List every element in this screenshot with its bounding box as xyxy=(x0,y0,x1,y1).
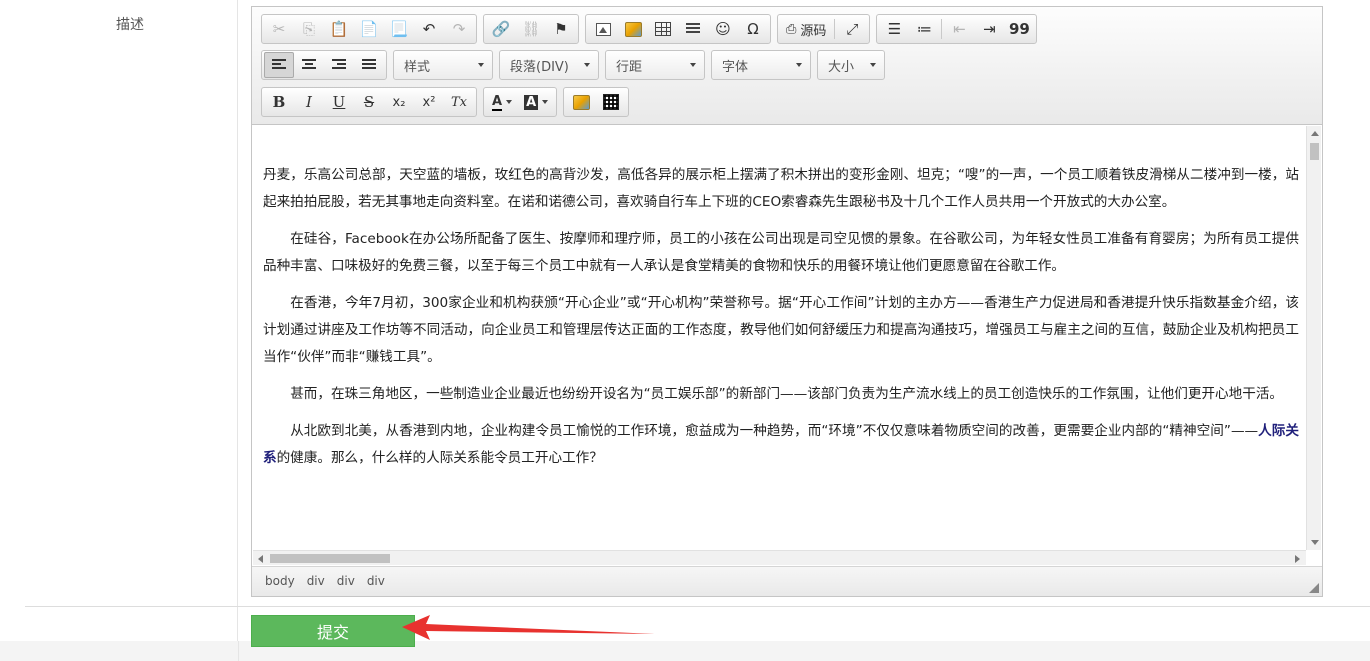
resize-handle-icon[interactable] xyxy=(1309,583,1319,593)
vertical-scrollbar[interactable] xyxy=(1306,126,1321,550)
style-select[interactable]: 样式 xyxy=(393,50,493,80)
content-paragraph: 甚而，在珠三角地区，一些制造业企业最近也纷纷开设名为“员工娱乐部”的新部门——该… xyxy=(290,386,1284,402)
paste-text-icon[interactable]: 📄 xyxy=(354,16,384,42)
redo-icon[interactable]: ↷ xyxy=(444,16,474,42)
numbered-list-icon[interactable]: ☰ xyxy=(879,16,909,42)
source-group: ⎙ 源码 ⤢ xyxy=(777,14,871,44)
scroll-thumb[interactable] xyxy=(1310,143,1319,160)
label-column: 描述 xyxy=(0,0,238,661)
row-divider xyxy=(25,606,1370,607)
blockquote-icon[interactable]: 99 xyxy=(1004,16,1034,42)
horizontal-scrollbar[interactable] xyxy=(253,550,1306,565)
link-group: 🔗 ⛓ ⚑ xyxy=(483,14,579,44)
size-select[interactable]: 大小 xyxy=(817,50,885,80)
editor-toolbar: ✂ ⎘ 📋 📄 📃 ↶ ↷ 🔗 ⛓ ⚑ ☺ Ω ⎙ 源码 ⤢ ☰ ≔ ⇤ ⇥ 9… xyxy=(252,7,1322,125)
format-group: B I U S x₂ x² Tx xyxy=(261,87,477,117)
outdent-icon[interactable]: ⇤ xyxy=(944,16,974,42)
paste-word-icon[interactable]: 📃 xyxy=(384,16,414,42)
path-item[interactable]: div xyxy=(367,574,385,588)
line-height-select[interactable]: 行距 xyxy=(605,50,705,80)
content-paragraph: 从北欧到北美，从香港到内地，企业构建令员工愉悦的工作环境，愈益成为一种趋势，而“… xyxy=(263,418,1299,472)
italic-icon[interactable]: I xyxy=(294,89,324,115)
strikethrough-icon[interactable]: S xyxy=(354,89,384,115)
qrcode-icon[interactable] xyxy=(596,89,626,115)
editor-statusbar: body div div div xyxy=(252,566,1322,596)
scroll-right-icon[interactable] xyxy=(1295,555,1300,563)
path-item[interactable]: body xyxy=(265,574,295,588)
submit-button[interactable]: 提交 xyxy=(251,615,415,647)
line-height-select-label: 行距 xyxy=(616,59,643,75)
clear-format-icon[interactable]: Tx xyxy=(444,89,474,115)
chevron-down-icon xyxy=(796,63,802,67)
content-text: 的健康。那么，什么样的人际关系能令员工开心工作？ xyxy=(276,450,603,466)
element-path: body div div div xyxy=(265,574,385,588)
paragraph-select[interactable]: 段落(DIV) xyxy=(499,50,599,80)
scroll-up-icon[interactable] xyxy=(1311,131,1319,136)
smiley-icon[interactable]: ☺ xyxy=(708,16,738,42)
content-text: 从北欧到北美，从香港到内地，企业构建令员工愉悦的工作环境，愈益成为一种趋势，而“… xyxy=(290,423,1259,439)
color-group: A A xyxy=(483,87,558,117)
scroll-thumb[interactable] xyxy=(270,554,390,563)
chevron-down-icon xyxy=(870,63,876,67)
link-icon[interactable]: 🔗 xyxy=(486,16,516,42)
font-color-icon[interactable]: A xyxy=(486,89,518,115)
content-paragraph: 在香港，今年7月初，300家企业和机构获颁“开心企业”或“开心机构”荣誉称号。据… xyxy=(263,295,1299,365)
path-item[interactable]: div xyxy=(337,574,355,588)
font-select[interactable]: 字体 xyxy=(711,50,811,80)
chevron-down-icon xyxy=(478,63,484,67)
background-color-icon[interactable]: A xyxy=(518,89,554,115)
horizontal-rule-icon[interactable] xyxy=(678,16,708,42)
subscript-icon[interactable]: x₂ xyxy=(384,89,414,115)
arrow-shape xyxy=(402,615,655,640)
paragraph-select-label: 段落(DIV) xyxy=(510,59,569,75)
anchor-flag-icon[interactable]: ⚑ xyxy=(546,16,576,42)
insert-group: ☺ Ω xyxy=(585,14,771,44)
style-select-label: 样式 xyxy=(404,59,431,75)
size-select-label: 大小 xyxy=(828,59,855,75)
source-button[interactable]: ⎙ 源码 xyxy=(780,16,832,42)
font-select-label: 字体 xyxy=(722,59,749,75)
undo-icon[interactable]: ↶ xyxy=(414,16,444,42)
copy-icon[interactable]: ⎘ xyxy=(294,16,324,42)
table-icon[interactable] xyxy=(648,16,678,42)
media-group xyxy=(563,87,630,117)
content-paragraph: 在硅谷，Facebook在办公场所配备了医生、按摩师和理疗师，员工的小孩在公司出… xyxy=(263,231,1299,274)
chevron-down-icon xyxy=(690,63,696,67)
superscript-icon[interactable]: x² xyxy=(414,89,444,115)
align-left-icon[interactable] xyxy=(264,52,294,78)
unlink-icon[interactable]: ⛓ xyxy=(516,16,546,42)
paste-icon[interactable]: 📋 xyxy=(324,16,354,42)
bottom-strip xyxy=(0,641,1370,661)
source-icon: ⎙ xyxy=(786,21,797,37)
indent-icon[interactable]: ⇥ xyxy=(974,16,1004,42)
path-item[interactable]: div xyxy=(307,574,325,588)
content-paragraph: 丹麦，乐高公司总部，天空蓝的墙板，玫红色的高背沙发，高低各异的展示柜上摆满了积木… xyxy=(263,167,1299,210)
description-label: 描述 xyxy=(116,17,144,33)
special-char-icon[interactable]: Ω xyxy=(738,16,768,42)
scroll-left-icon[interactable] xyxy=(258,555,263,563)
align-right-icon[interactable] xyxy=(324,52,354,78)
image-icon[interactable] xyxy=(588,16,618,42)
source-label: 源码 xyxy=(800,23,827,39)
editor-content[interactable]: 丹麦，乐高公司总部，天空蓝的墙板，玫红色的高背沙发，高低各异的展示柜上摆满了积木… xyxy=(253,126,1305,551)
bulleted-list-icon[interactable]: ≔ xyxy=(909,16,939,42)
underline-icon[interactable]: U xyxy=(324,89,354,115)
list-group: ☰ ≔ ⇤ ⇥ 99 xyxy=(876,14,1038,44)
maximize-icon[interactable]: ⤢ xyxy=(837,16,867,42)
clipboard-group: ✂ ⎘ 📋 📄 📃 ↶ ↷ xyxy=(261,14,477,44)
red-arrow-annotation xyxy=(402,615,655,640)
align-justify-icon[interactable] xyxy=(354,52,384,78)
image-upload-icon[interactable] xyxy=(566,89,596,115)
bold-icon[interactable]: B xyxy=(264,89,294,115)
cut-icon[interactable]: ✂ xyxy=(264,16,294,42)
chevron-down-icon xyxy=(584,63,590,67)
align-center-icon[interactable] xyxy=(294,52,324,78)
scroll-down-icon[interactable] xyxy=(1311,540,1319,545)
rich-text-editor: ✂ ⎘ 📋 📄 📃 ↶ ↷ 🔗 ⛓ ⚑ ☺ Ω ⎙ 源码 ⤢ ☰ ≔ ⇤ ⇥ 9… xyxy=(251,6,1323,597)
picture-icon[interactable] xyxy=(618,16,648,42)
align-group xyxy=(261,50,387,80)
